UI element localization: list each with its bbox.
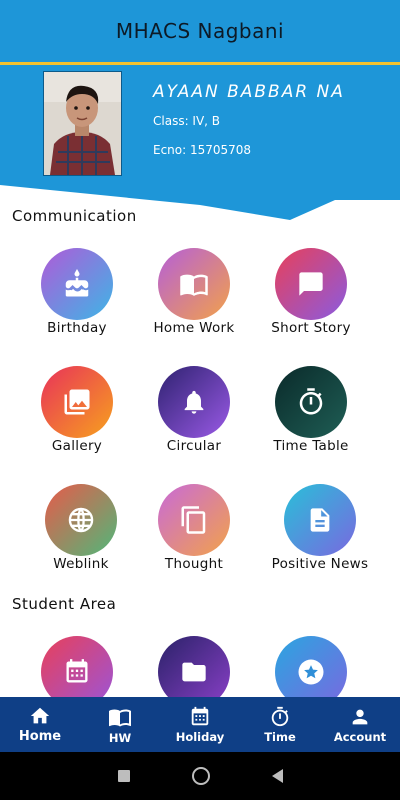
recents-button[interactable]	[117, 770, 130, 782]
chat-icon	[275, 248, 347, 320]
nav-hw-label: HW	[108, 730, 132, 745]
copy-icon	[158, 484, 230, 556]
book-icon	[158, 248, 230, 320]
circular-tile[interactable]: Circular	[135, 366, 253, 466]
nav-home-label: Home	[18, 729, 62, 744]
student-photo	[43, 71, 122, 176]
thought-label: Thought	[164, 556, 224, 572]
birthday-tile[interactable]: Birthday	[18, 248, 136, 348]
back-button[interactable]	[271, 769, 283, 783]
cake-icon	[41, 248, 113, 320]
calendar-icon	[191, 706, 209, 725]
bottom-nav: Home HW Holiday Time Account	[0, 697, 400, 752]
home-icon	[30, 707, 50, 724]
nav-hw[interactable]: HW	[80, 697, 160, 752]
globe-icon	[45, 484, 117, 556]
positive-news-tile[interactable]: Positive News	[261, 484, 379, 584]
document-icon	[284, 484, 356, 556]
nav-account[interactable]: Account	[320, 697, 400, 752]
time-table-label: Time Table	[273, 438, 349, 454]
short-story-tile[interactable]: Short Story	[252, 248, 370, 348]
app-title: MHACS Nagbani	[115, 19, 285, 43]
nav-time-label: Time	[264, 729, 296, 744]
weblink-tile[interactable]: Weblink	[22, 484, 140, 584]
communication-section-title: Communication	[12, 207, 137, 225]
app-header: MHACS Nagbani	[0, 0, 400, 62]
homework-tile[interactable]: Home Work	[135, 248, 253, 348]
bell-icon	[158, 366, 230, 438]
student-ecno: Ecno: 15705708	[153, 143, 252, 157]
book-icon	[109, 709, 131, 726]
nav-holiday-label: Holiday	[175, 729, 225, 744]
nav-time[interactable]: Time	[240, 697, 320, 752]
student-class: Class: IV, B	[153, 114, 221, 128]
stopwatch-icon	[275, 366, 347, 438]
short-story-label: Short Story	[271, 320, 351, 336]
person-icon	[352, 709, 368, 724]
gallery-tile[interactable]: Gallery	[18, 366, 136, 466]
student-area-section-title: Student Area	[12, 595, 117, 613]
nav-home[interactable]: Home	[0, 697, 80, 752]
system-nav-bar	[0, 752, 400, 800]
time-table-tile[interactable]: Time Table	[252, 366, 370, 466]
student-name: AYAAN BABBAR NA	[153, 82, 345, 102]
thought-tile[interactable]: Thought	[135, 484, 253, 584]
positive-news-label: Positive News	[271, 556, 369, 572]
nav-account-label: Account	[333, 729, 387, 744]
home-button[interactable]	[191, 767, 210, 785]
stopwatch-icon	[271, 706, 289, 726]
nav-holiday[interactable]: Holiday	[160, 697, 240, 752]
photo-library-icon	[41, 366, 113, 438]
